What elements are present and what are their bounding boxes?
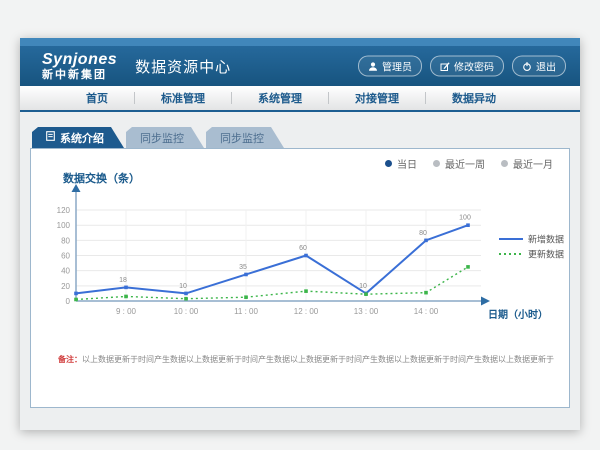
nav-item-interface-mgmt[interactable]: 对接管理 [329,90,425,106]
logout-button[interactable]: 退出 [512,56,566,77]
change-password-button[interactable]: 修改密码 [430,56,504,77]
y-tick-label: 80 [61,236,70,245]
x-axis-arrow-icon [481,297,490,306]
chart-panel: 当日 最近一周 最近一月 数据交换（条） 0204060801001209 : … [30,148,570,408]
data-point [304,289,308,293]
data-point-label: 18 [119,277,127,284]
x-tick-label: 10 : 00 [174,307,199,316]
x-tick-label: 9 : 00 [116,307,137,316]
data-point [184,297,188,301]
main-nav: 首页 标准管理 系统管理 对接管理 数据异动 [20,86,580,112]
y-tick-label: 40 [61,267,70,276]
tab-system-intro[interactable]: 系统介绍 [32,127,124,148]
tab-label: 同步监控 [220,130,264,146]
power-icon [522,61,532,71]
y-tick-label: 0 [66,297,71,306]
tab-label: 系统介绍 [60,130,104,146]
page-title: 数据资源中心 [135,56,231,77]
data-point [124,295,128,299]
data-point-label: 80 [419,230,427,237]
nav-item-data-change[interactable]: 数据异动 [426,90,522,106]
logout-label: 退出 [536,59,556,74]
footer-note: 备注：以上数据更新于时间产生数据以上数据更新于时间产生数据以上数据更新于时间产生… [58,354,563,365]
y-tick-label: 20 [61,282,70,291]
data-point-label: 60 [299,245,307,252]
y-tick-label: 100 [57,221,71,230]
user-icon [368,61,378,71]
tab-sync-monitor-1[interactable]: 同步监控 [126,127,204,148]
data-point-label: 10 [359,283,367,290]
y-tick-label: 120 [57,206,71,215]
admin-user-label: 管理员 [382,59,412,74]
radio-today[interactable]: 当日 [385,156,417,171]
edit-icon [440,61,450,71]
app-header: Synjones 新中新集团 数据资源中心 管理员 修改密码 退出 [20,46,580,86]
y-tick-label: 60 [61,252,70,261]
legend-label[interactable]: 新增数据 [528,234,564,245]
radio-last-week[interactable]: 最近一周 [433,156,485,171]
brand-logo: Synjones 新中新集团 [42,52,117,81]
x-axis-title: 日期（小时） [488,308,548,321]
note-text: 以上数据更新于时间产生数据以上数据更新于时间产生数据以上数据更新于时间产生数据以… [82,355,554,364]
x-tick-label: 11 : 00 [234,307,258,316]
tab-label: 同步监控 [140,130,184,146]
data-point [244,273,248,277]
brand-logo-chinese: 新中新集团 [42,70,117,81]
tab-sync-monitor-2[interactable]: 同步监控 [206,127,284,148]
change-password-label: 修改密码 [454,59,494,74]
data-point [74,298,78,302]
data-point [244,295,248,299]
data-point-label: 10 [179,283,187,290]
data-point [124,286,128,290]
note-label: 备注： [58,355,82,364]
radio-dot [501,160,508,167]
x-tick-label: 13 : 00 [354,307,379,316]
app-window: Synjones 新中新集团 数据资源中心 管理员 修改密码 退出 [20,38,580,430]
series-line-0 [76,225,468,293]
radio-label: 当日 [397,156,417,171]
header-actions: 管理员 修改密码 退出 [358,56,566,77]
legend-label[interactable]: 更新数据 [528,249,564,260]
data-point [184,292,188,296]
y-axis-arrow-icon [72,184,81,192]
data-point-label: 100 [459,215,471,222]
top-accent-strip [20,38,580,46]
content-area: 系统介绍 同步监控 同步监控 当日 最近一周 [20,112,580,430]
data-point [364,292,368,296]
x-tick-label: 12 : 00 [294,307,319,316]
data-point-label: 35 [239,264,247,271]
radio-dot [433,160,440,167]
nav-item-home[interactable]: 首页 [60,90,134,106]
tab-bar: 系统介绍 同步监控 同步监控 [32,127,284,148]
admin-user-button[interactable]: 管理员 [358,56,422,77]
radio-label: 最近一周 [445,156,485,171]
data-point [424,291,428,295]
radio-last-month[interactable]: 最近一月 [501,156,553,171]
radio-label: 最近一月 [513,156,553,171]
x-tick-label: 14 : 00 [414,307,439,316]
nav-item-system-mgmt[interactable]: 系统管理 [232,90,328,106]
document-icon [46,131,55,144]
nav-item-standard-mgmt[interactable]: 标准管理 [135,90,231,106]
data-point [466,223,470,227]
data-point [74,292,78,296]
line-chart: 0 20 40 60 80 100 120 9 : 00 10 : 00 11 : 00 12 : … [41,183,571,333]
series-line-1 [76,267,468,300]
data-point [466,265,470,269]
data-point [304,254,308,258]
radio-dot [385,160,392,167]
data-point [424,239,428,243]
brand-logo-latin: Synjones [42,52,117,68]
time-range-filter: 当日 最近一周 最近一月 [385,156,553,171]
